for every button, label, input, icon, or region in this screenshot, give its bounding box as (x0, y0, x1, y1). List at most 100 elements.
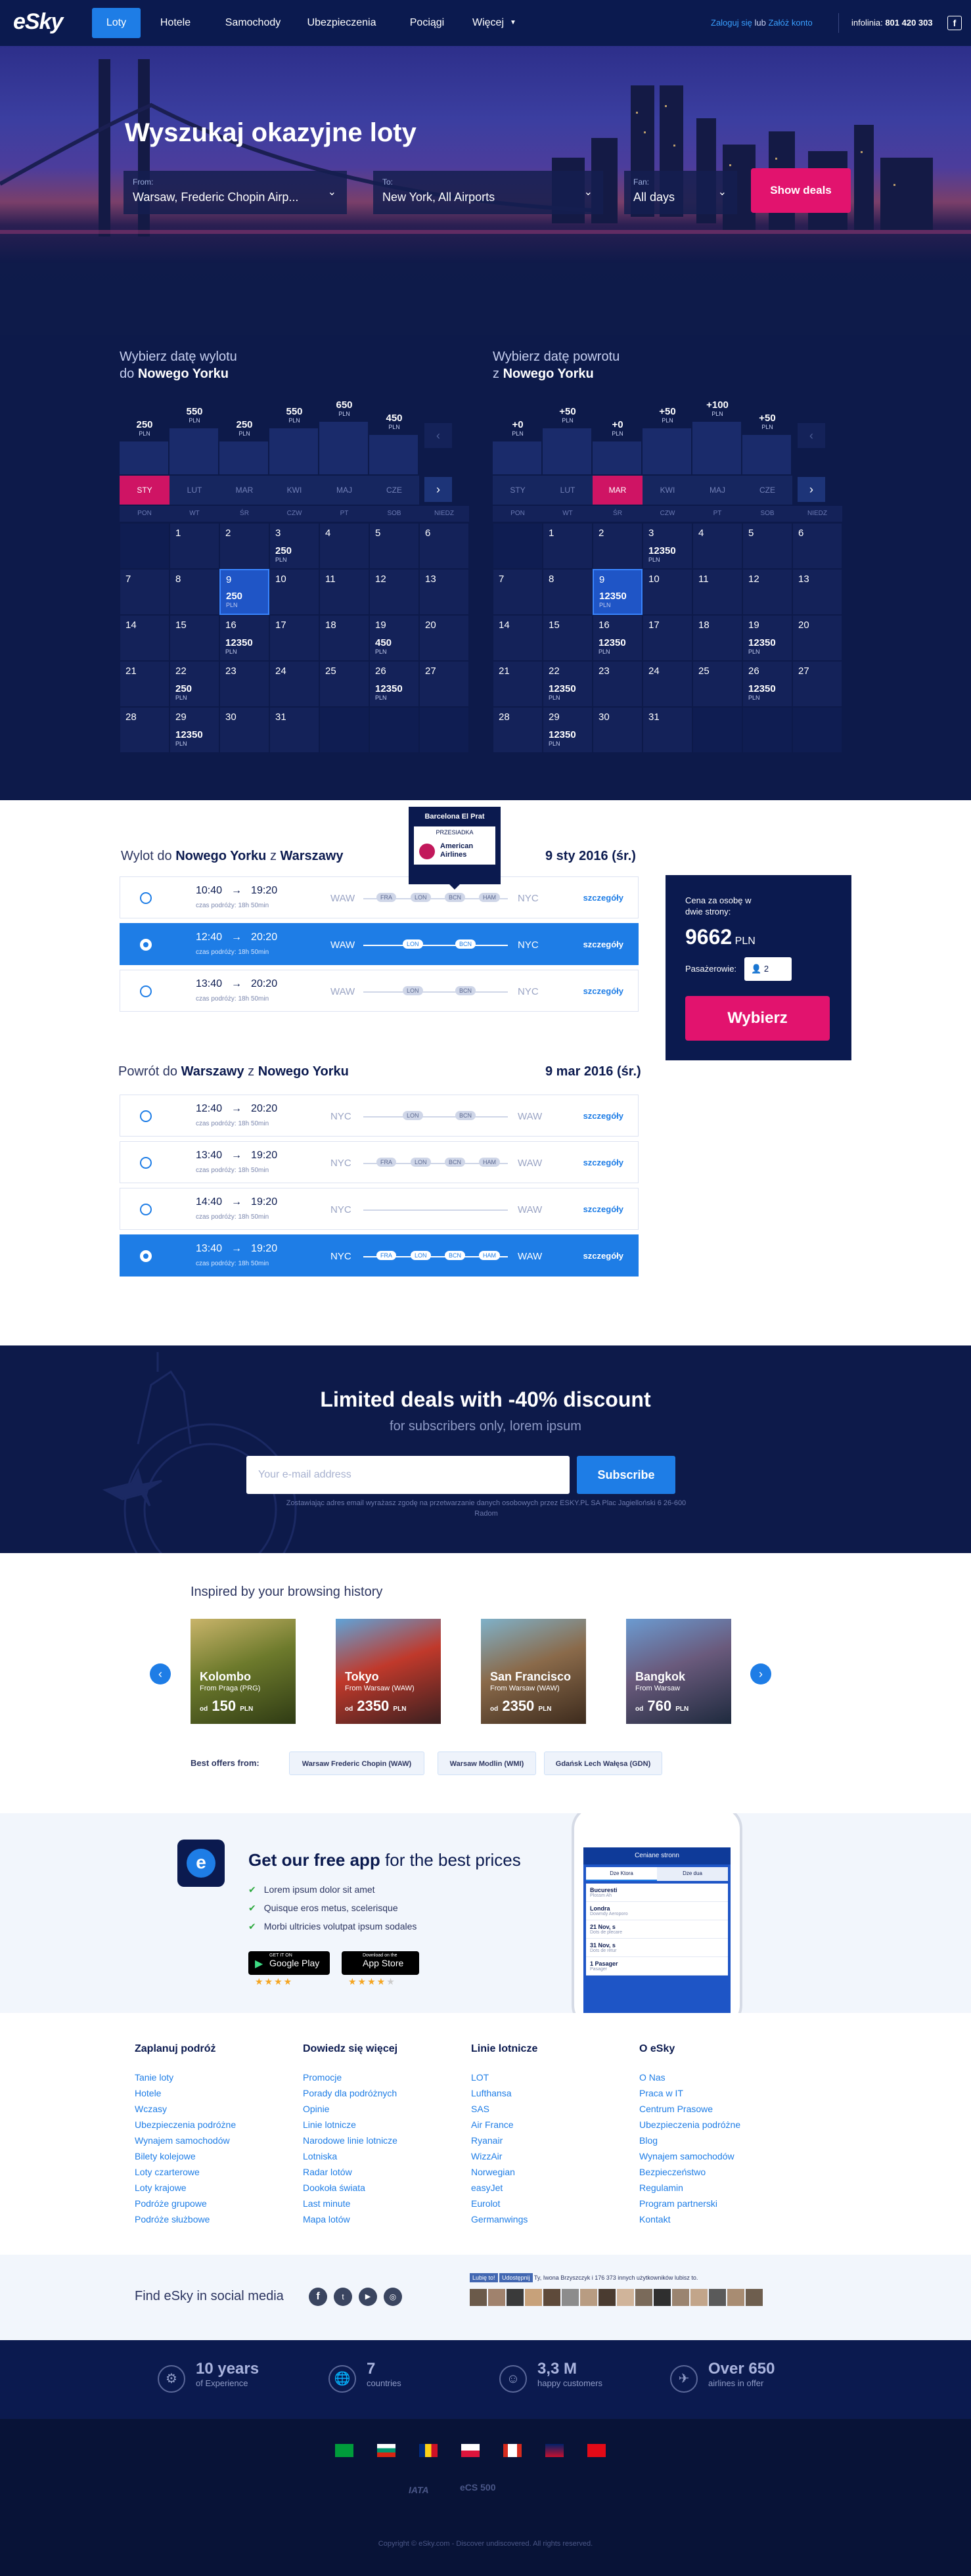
footer-link[interactable]: Program partnerski (639, 2196, 740, 2211)
month-bar[interactable] (269, 428, 318, 474)
calendar-day[interactable]: 9 12350 PLN (593, 569, 643, 615)
month-tab[interactable]: STY (120, 476, 169, 505)
calendar-day[interactable]: 29 12350 PLN (169, 707, 219, 753)
chevron-right-icon[interactable]: › (424, 477, 452, 502)
month-tab[interactable]: MAR (593, 476, 643, 505)
month-bar[interactable] (543, 428, 591, 474)
calendar-day[interactable]: 28 (493, 707, 543, 753)
footer-link[interactable]: Wynajem samochodów (639, 2148, 740, 2164)
calendar-day[interactable]: 1 (543, 523, 593, 569)
login-link[interactable]: Zaloguj się (711, 18, 752, 28)
flag-canada-icon[interactable] (503, 2444, 522, 2457)
flight-radio[interactable] (140, 892, 152, 904)
flag-bulgaria-icon[interactable] (377, 2444, 395, 2457)
calendar-day[interactable] (319, 707, 369, 753)
details-link[interactable]: szczegóły (583, 1251, 623, 1261)
flag-romania-icon[interactable] (419, 2444, 438, 2457)
footer-link[interactable]: Loty czarterowe (135, 2164, 236, 2180)
flight-radio[interactable] (140, 1110, 152, 1122)
calendar-day[interactable]: 5 (369, 523, 419, 569)
nav-samochody[interactable]: Samochody (217, 8, 289, 38)
month-bar[interactable] (493, 441, 541, 474)
calendar-day[interactable]: 7 (120, 569, 169, 615)
best-offer-waw[interactable]: Warsaw Frederic Chopin (WAW) (289, 1751, 424, 1775)
month-bar[interactable] (643, 428, 691, 474)
chevron-right-icon[interactable]: › (798, 477, 825, 502)
month-tab[interactable]: KWI (643, 476, 692, 505)
fb-share-button[interactable]: Udostępnij (499, 2273, 533, 2282)
calendar-day[interactable]: 20 (792, 615, 842, 661)
footer-link[interactable]: Praca w IT (639, 2085, 740, 2101)
month-bar[interactable] (742, 435, 791, 474)
month-tab[interactable]: LUT (169, 476, 219, 505)
calendar-day[interactable]: 14 (120, 615, 169, 661)
calendar-day[interactable]: 5 (742, 523, 792, 569)
app-store-button[interactable]: Download on the App Store (342, 1951, 419, 1975)
footer-link[interactable]: Germanwings (471, 2211, 537, 2227)
chevron-down-icon[interactable]: ▼ (507, 8, 519, 38)
calendar-day[interactable]: 19 12350 PLN (742, 615, 792, 661)
when-field[interactable]: Fan: All days ⌄ (624, 171, 737, 214)
calendar-day[interactable]: 20 (419, 615, 469, 661)
subscribe-button[interactable]: Subscribe (577, 1456, 675, 1494)
footer-link[interactable]: Opinie (303, 2101, 397, 2117)
calendar-day[interactable] (419, 707, 469, 753)
calendar-day[interactable]: 13 (419, 569, 469, 615)
footer-link[interactable]: Ryanair (471, 2133, 537, 2148)
facebook-icon[interactable]: f (947, 16, 962, 30)
calendar-day[interactable]: 26 12350 PLN (742, 661, 792, 707)
footer-link[interactable]: Lotniska (303, 2148, 397, 2164)
flight-radio[interactable] (140, 1157, 152, 1169)
flight-radio[interactable] (140, 1250, 152, 1262)
google-play-button[interactable]: ▶ GET IT ON Google Play (248, 1951, 330, 1975)
flag-brazil-icon[interactable] (335, 2444, 353, 2457)
footer-link[interactable]: Promocje (303, 2069, 397, 2085)
calendar-day[interactable]: 18 (319, 615, 369, 661)
details-link[interactable]: szczegóły (583, 1158, 623, 1167)
footer-link[interactable]: Ubezpieczenia podróżne (639, 2117, 740, 2133)
from-field[interactable]: From: Warsaw, Frederic Chopin Airp... ⌄ (124, 171, 347, 214)
footer-link[interactable]: O Nas (639, 2069, 740, 2085)
nav-ubezpieczenia[interactable]: Ubezpieczenia (301, 8, 382, 38)
footer-link[interactable]: Podróże służbowe (135, 2211, 236, 2227)
flight-row[interactable]: 13:40 → 19:20 czas podróży: 18h 50min NYC WAW… (120, 1141, 639, 1183)
flag-poland-icon[interactable] (461, 2444, 480, 2457)
calendar-day[interactable]: 6 (419, 523, 469, 569)
details-link[interactable]: szczegóły (583, 1111, 623, 1121)
footer-link[interactable]: Linie lotnicze (303, 2117, 397, 2133)
calendar-day[interactable]: 6 (792, 523, 842, 569)
flight-radio[interactable] (140, 985, 152, 997)
month-tab[interactable]: CZE (742, 476, 792, 505)
footer-link[interactable]: Dookoła świata (303, 2180, 397, 2196)
footer-link[interactable]: Porady dla podróżnych (303, 2085, 397, 2101)
calendar-day[interactable]: 10 (643, 569, 692, 615)
instagram-icon[interactable]: ◎ (384, 2288, 402, 2306)
footer-link[interactable]: Wynajem samochodów (135, 2133, 236, 2148)
month-tab[interactable]: LUT (543, 476, 593, 505)
flight-row[interactable]: 13:40 → 20:20 czas podróży: 18h 50min WAW NYC… (120, 970, 639, 1012)
calendar-day[interactable]: 14 (493, 615, 543, 661)
best-offer-gdn[interactable]: Gdańsk Lech Wałęsa (GDN) (544, 1751, 662, 1775)
footer-link[interactable]: Last minute (303, 2196, 397, 2211)
facebook-icon[interactable]: f (309, 2288, 327, 2306)
calendar-day[interactable]: 22 250 PLN (169, 661, 219, 707)
calendar-day[interactable]: 25 (319, 661, 369, 707)
flight-row[interactable]: 13:40 → 19:20 czas podróży: 18h 50min NYC WAW… (120, 1234, 639, 1277)
calendar-day[interactable] (692, 707, 742, 753)
flight-row[interactable]: 12:40 → 20:20 czas podróży: 18h 50min WAW NYC… (120, 923, 639, 965)
calendar-day[interactable]: 12 (369, 569, 419, 615)
footer-link[interactable]: Radar lotów (303, 2164, 397, 2180)
month-tab[interactable]: KWI (269, 476, 319, 505)
calendar-day[interactable]: 15 (543, 615, 593, 661)
footer-link[interactable]: Loty krajowe (135, 2180, 236, 2196)
calendar-day[interactable]: 4 (692, 523, 742, 569)
month-bar[interactable] (692, 422, 741, 474)
calendar-day[interactable]: 30 (593, 707, 643, 753)
twitter-icon[interactable]: t (334, 2288, 352, 2306)
flag-uk-icon[interactable] (545, 2444, 564, 2457)
details-link[interactable]: szczegóły (583, 986, 623, 996)
calendar-day[interactable]: 3 250 PLN (269, 523, 319, 569)
calendar-day[interactable]: 2 (219, 523, 269, 569)
flight-row[interactable]: 12:40 → 20:20 czas podróży: 18h 50min NYC WAW… (120, 1095, 639, 1137)
footer-link[interactable]: LOT (471, 2069, 537, 2085)
